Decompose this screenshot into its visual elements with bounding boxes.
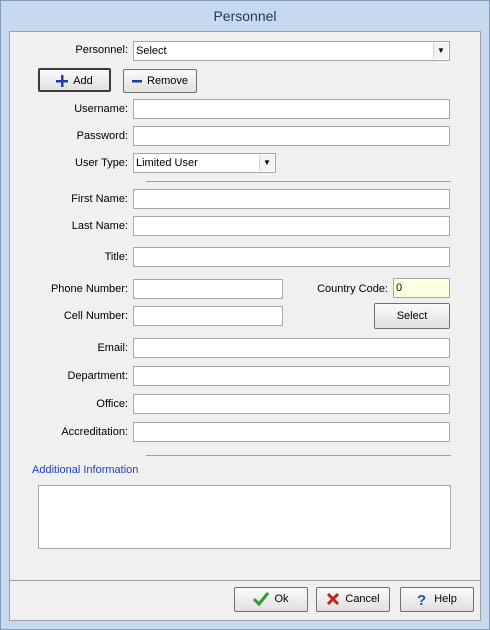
email-input[interactable] [133, 338, 450, 358]
cell-input[interactable] [133, 306, 283, 326]
remove-button-label: Remove [147, 75, 188, 87]
cell-label: Cell Number: [63, 310, 128, 322]
phone-input[interactable] [133, 279, 283, 299]
add-button-label: Add [73, 75, 93, 87]
country-code-input[interactable]: 0 [393, 278, 450, 298]
x-icon [327, 593, 340, 606]
chevron-down-icon[interactable]: ▼ [259, 155, 274, 171]
question-mark-icon: ? [417, 592, 426, 607]
personnel-select-value: Select [136, 45, 167, 57]
first-name-input[interactable] [133, 189, 450, 209]
add-button[interactable]: Add [38, 68, 111, 92]
password-label: Password: [76, 130, 128, 142]
cancel-button[interactable]: Cancel [316, 587, 390, 612]
ok-button[interactable]: Ok [234, 587, 308, 612]
personnel-select[interactable]: Select ▼ [133, 41, 450, 61]
additional-info-textarea[interactable] [38, 485, 451, 549]
email-label: Email: [97, 342, 128, 354]
remove-button[interactable]: Remove [123, 69, 197, 93]
form-panel: Personnel: Select ▼ Add Remove Username:… [9, 31, 481, 581]
checkmark-icon [253, 592, 270, 607]
title-input[interactable] [133, 247, 450, 267]
additional-info-label: Additional Information [32, 464, 139, 476]
minus-icon [132, 80, 143, 83]
office-label: Office: [96, 398, 128, 410]
divider [146, 181, 451, 182]
username-input[interactable] [133, 99, 450, 119]
user-type-select[interactable]: Limited User ▼ [133, 153, 276, 173]
last-name-input[interactable] [133, 216, 450, 236]
user-type-label: User Type: [75, 157, 128, 169]
personnel-label: Personnel: [75, 44, 128, 56]
chevron-down-icon[interactable]: ▼ [433, 43, 448, 59]
divider [146, 455, 451, 456]
cancel-button-label: Cancel [345, 593, 380, 605]
accreditation-label: Accreditation: [61, 426, 128, 438]
last-name-label: Last Name: [71, 220, 128, 232]
user-type-value: Limited User [136, 157, 198, 169]
office-input[interactable] [133, 394, 450, 414]
phone-label: Phone Number: [50, 283, 128, 295]
department-label: Department: [67, 370, 128, 382]
personnel-window: Personnel Personnel: Select ▼ Add Remove… [0, 0, 490, 630]
window-title: Personnel [213, 8, 277, 24]
title-label: Title: [104, 251, 128, 263]
country-code-label: Country Code: [317, 283, 388, 295]
first-name-label: First Name: [71, 193, 128, 205]
password-input[interactable] [133, 126, 450, 146]
accreditation-input[interactable] [133, 422, 450, 442]
ok-button-label: Ok [274, 593, 289, 605]
svg-text:?: ? [417, 592, 426, 607]
button-bar: Ok Cancel ? Help [9, 581, 481, 621]
help-button-label: Help [434, 593, 457, 605]
username-label: Username: [74, 103, 128, 115]
select-country-button[interactable]: Select [374, 303, 450, 329]
plus-icon [56, 75, 69, 88]
help-button[interactable]: ? Help [400, 587, 474, 612]
department-input[interactable] [133, 366, 450, 386]
